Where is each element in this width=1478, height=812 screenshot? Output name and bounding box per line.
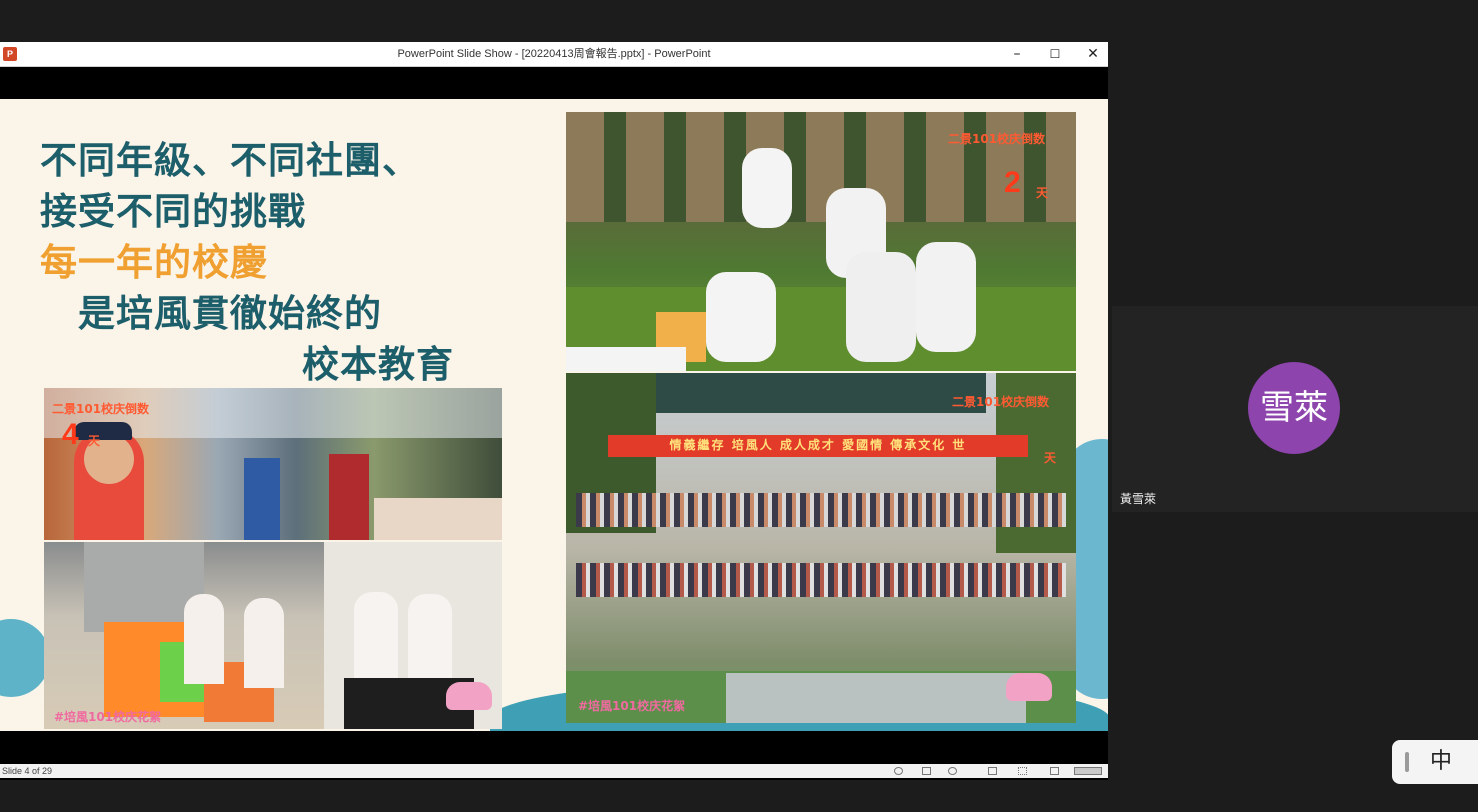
heading-line-1: 不同年級、不同社團、: [40, 139, 420, 182]
photo-caption: 二景101校庆倒数: [952, 395, 1050, 409]
slide-counter: Slide 4 of 29: [2, 766, 53, 776]
photo-caption: 二景101校庆倒数: [948, 132, 1046, 146]
heading-line-2: 接受不同的挑戰: [40, 190, 306, 233]
countdown-number: 2: [1004, 166, 1021, 199]
ime-language-label: 中: [1430, 749, 1453, 774]
maximize-button[interactable]: ☐: [1036, 42, 1074, 67]
school-banner: 情義繼存 培風人 成人成才 愛國情 傳承文化 世: [608, 435, 1028, 457]
close-button[interactable]: ✕: [1074, 42, 1112, 67]
heading-line-4: 是培風貫徹始終的: [78, 292, 382, 335]
photo-taekwondo: 二景101校庆倒数 2 天: [566, 112, 1076, 371]
slideshow-status-bar: Slide 4 of 29: [0, 764, 1108, 778]
participant-tile[interactable]: 雪萊 黃雪萊: [1112, 306, 1478, 512]
countdown-number: 4: [62, 418, 79, 451]
ime-handle-icon: [1405, 752, 1409, 772]
normal-view-icon[interactable]: [922, 767, 931, 775]
photo-caption: #培風101校庆花絮: [578, 699, 686, 713]
minimize-button[interactable]: –: [998, 42, 1036, 67]
photo-caption: #培風101校庆花絮: [54, 710, 162, 724]
ime-indicator[interactable]: 中: [1392, 740, 1478, 784]
window-title: PowerPoint Slide Show - [20220413周會報告.pp…: [397, 48, 711, 60]
slide-canvas[interactable]: 不同年級、不同社團、 接受不同的挑戰 每一年的校慶 是培風貫徹始終的 校本教育 …: [0, 99, 1108, 731]
grid-view-icon[interactable]: [1050, 767, 1059, 775]
countdown-unit: 天: [88, 434, 101, 448]
slide-sorter-icon[interactable]: [988, 767, 997, 775]
decorative-blob: [0, 619, 50, 697]
participant-avatar: 雪萊: [1248, 362, 1340, 454]
heading-line-3: 每一年的校慶: [40, 241, 268, 284]
slide-heading: 不同年級、不同社團、 接受不同的挑戰 每一年的校慶 是培風貫徹始終的 校本教育: [40, 135, 510, 390]
title-bar[interactable]: P PowerPoint Slide Show - [20220413周會報告.…: [0, 42, 1108, 67]
decorative-sticker: [1006, 673, 1052, 701]
participant-name: 黃雪萊: [1120, 492, 1157, 506]
countdown-unit: 天: [1036, 186, 1049, 200]
photo-food-fair: 二景101校庆倒数 4 天: [44, 388, 502, 540]
photo-kitchen: #培風101校庆花絮: [44, 542, 502, 729]
heading-line-5: 校本教育: [302, 343, 454, 386]
next-icon[interactable]: [948, 767, 957, 775]
slideshow-view-icon[interactable]: [1074, 767, 1102, 775]
photo-caption: 二景101校庆倒数: [52, 402, 150, 416]
powerpoint-window: P PowerPoint Slide Show - [20220413周會報告.…: [0, 42, 1108, 780]
reading-view-icon[interactable]: [1018, 767, 1027, 775]
decorative-sticker: [446, 682, 492, 710]
photo-school-building: 情義繼存 培風人 成人成才 愛國情 傳承文化 世 二景101校庆倒数 天 #培風…: [566, 373, 1076, 723]
screen: P PowerPoint Slide Show - [20220413周會報告.…: [0, 0, 1478, 812]
previous-icon[interactable]: [894, 767, 903, 775]
countdown-unit: 天: [1044, 451, 1057, 465]
